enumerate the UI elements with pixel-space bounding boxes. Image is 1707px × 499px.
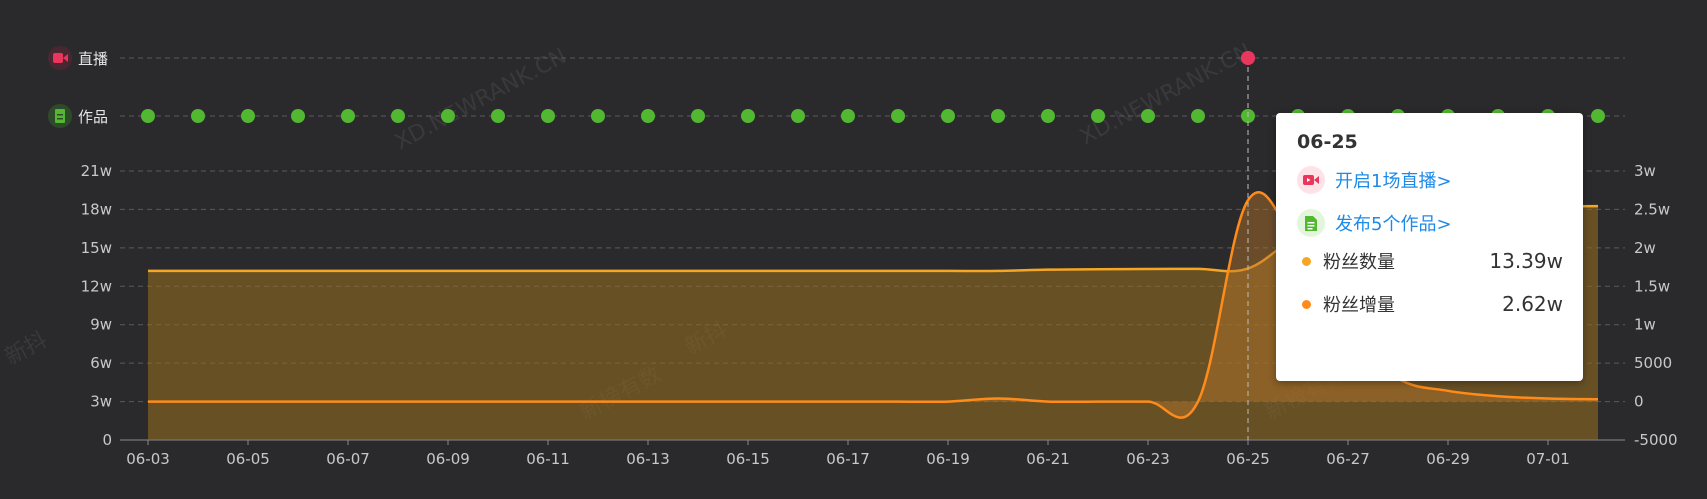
video-camera-icon-body	[53, 53, 63, 63]
works-link[interactable]: 发布5个作品>	[1297, 209, 1452, 237]
x-tick-label: 07-01	[1526, 450, 1570, 468]
watermark-text: XD.NEWRANK.CN	[1076, 39, 1256, 150]
works-event-dot	[691, 109, 705, 123]
works-event-dot	[591, 109, 605, 123]
y-left-tick-label: 18w	[81, 200, 112, 218]
y-left-tick-label: 12w	[81, 277, 112, 295]
works-event-dot	[441, 109, 455, 123]
x-tick-label: 06-05	[226, 450, 270, 468]
x-tick-label: 06-23	[1126, 450, 1170, 468]
fans-gain-label: 粉丝增量	[1323, 295, 1395, 316]
y-right-tick-label: 2w	[1634, 239, 1656, 257]
fans-gain-dot	[1302, 299, 1311, 309]
works-row-label: 作品	[78, 108, 108, 126]
works-event-dot	[1091, 109, 1105, 123]
x-tick-label: 06-03	[126, 450, 170, 468]
x-tick-label: 06-17	[826, 450, 870, 468]
works-link-text[interactable]: 发布5个作品>	[1335, 210, 1452, 236]
document-icon	[1297, 209, 1325, 237]
works-event-dot	[541, 109, 555, 123]
works-event-dot	[141, 109, 155, 123]
works-event-dot	[841, 109, 855, 123]
y-right-tick-label: 2.5w	[1634, 200, 1670, 218]
watermark-text: 新抖	[1, 328, 52, 371]
works-event-dot	[1041, 109, 1055, 123]
works-event-dot	[391, 109, 405, 123]
x-tick-label: 06-27	[1326, 450, 1370, 468]
y-left-tick-label: 21w	[81, 162, 112, 180]
fans-count-dot	[1302, 256, 1311, 266]
x-tick-label: 06-29	[1426, 450, 1470, 468]
x-tick-label: 06-11	[526, 450, 570, 468]
works-event-dot	[991, 109, 1005, 123]
works-event-dot	[791, 109, 805, 123]
x-tick-label: 06-25	[1226, 450, 1270, 468]
works-event-dot	[1591, 109, 1605, 123]
tooltip-date: 06-25	[1297, 131, 1358, 153]
live-row-label: 直播	[78, 50, 108, 68]
y-right-tick-label: 1w	[1634, 316, 1656, 334]
x-tick-label: 06-13	[626, 450, 670, 468]
live-link-text[interactable]: 开启1场直播>	[1335, 167, 1452, 193]
works-event-dot	[741, 109, 755, 123]
fans-count-label: 粉丝数量	[1323, 252, 1395, 273]
live-link[interactable]: 开启1场直播>	[1297, 166, 1452, 194]
y-left-tick-label: 3w	[90, 393, 112, 411]
works-event-dot	[1141, 109, 1155, 123]
y-left-tick-label: 9w	[90, 316, 112, 334]
x-tick-label: 06-09	[426, 450, 470, 468]
document-icon-line	[57, 118, 63, 120]
tooltip-row-fans-count: 粉丝数量 13.39w	[1302, 248, 1563, 274]
y-right-tick-label: 5000	[1634, 354, 1672, 372]
works-event-dot	[241, 109, 255, 123]
works-event-dot	[641, 109, 655, 123]
x-tick-label: 06-07	[326, 450, 370, 468]
document-icon-body	[55, 109, 65, 123]
hover-tooltip: 06-25 开启1场直播> 发布5个作品> 粉丝数量 13.39w 粉丝增量 2…	[1276, 113, 1583, 381]
y-right-tick-label: -5000	[1634, 431, 1678, 449]
works-event-dot	[891, 109, 905, 123]
y-right-tick-label: 0	[1634, 393, 1644, 411]
fans-gain-value: 2.62w	[1502, 292, 1563, 316]
y-left-tick-label: 15w	[81, 239, 112, 257]
y-left-tick-label: 6w	[90, 354, 112, 372]
video-camera-icon	[1297, 166, 1325, 194]
x-tick-label: 06-15	[726, 450, 770, 468]
works-event-dot	[341, 109, 355, 123]
x-tick-label: 06-19	[926, 450, 970, 468]
works-event-dot	[291, 109, 305, 123]
watermark-text: XD.NEWRANK.CN	[391, 44, 571, 155]
hover-live-dot	[1241, 51, 1255, 65]
works-event-dot	[1191, 109, 1205, 123]
works-event-dot	[941, 109, 955, 123]
x-tick-label: 06-21	[1026, 450, 1070, 468]
document-icon-line	[57, 114, 63, 116]
works-event-dot	[491, 109, 505, 123]
works-event-dot	[191, 109, 205, 123]
y-right-tick-label: 1.5w	[1634, 277, 1670, 295]
tooltip-row-fans-gain: 粉丝增量 2.62w	[1302, 291, 1563, 317]
fans-count-value: 13.39w	[1489, 249, 1563, 273]
y-left-tick-label: 0	[102, 431, 112, 449]
y-right-tick-label: 3w	[1634, 162, 1656, 180]
